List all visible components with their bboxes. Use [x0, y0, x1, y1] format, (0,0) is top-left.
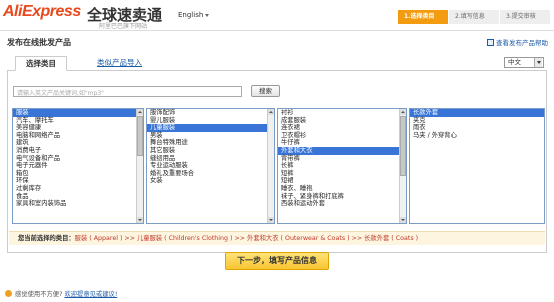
scroll-thumb[interactable]: [400, 116, 406, 176]
category-list-level3[interactable]: 衬衫 成套服装 连衣裙 卫衣帽衫 牛仔裤 外套和大衣 背带裤 长裤 短裤 短裙 睡衣、睡袍 袜子、紧身…: [277, 108, 407, 224]
chevron-down-icon: [205, 13, 210, 17]
list-item[interactable]: 西装和运动外套: [278, 200, 406, 208]
header: AliExpress 全球速卖通 阿里巴巴旗下网站 English 1.选择类目…: [0, 0, 554, 30]
scroll-up-icon[interactable]: [400, 109, 406, 115]
help-link[interactable]: 查看发布产品帮助: [487, 37, 548, 47]
list-item[interactable]: 其它服装: [147, 147, 274, 155]
list-item[interactable]: 专业运动服装: [147, 162, 274, 170]
feedback-link[interactable]: 欢迎提意见或建议!: [64, 291, 117, 298]
list-item[interactable]: 舞台特殊用途: [147, 139, 274, 147]
category-list-level4[interactable]: 长款外套 夹克 雨衣 马夹 / 外穿背心: [409, 108, 545, 224]
tab-import-similar[interactable]: 类似产品导入: [87, 56, 152, 71]
list-item[interactable]: 电子元器件: [13, 162, 143, 170]
feedback-text: 感觉使用不方便?: [15, 291, 63, 298]
aliexpress-logo[interactable]: AliExpress 全球速卖通 阿里巴巴旗下网站: [3, 3, 171, 30]
list-scrollbar[interactable]: [399, 109, 406, 223]
list-item[interactable]: 儿童服装: [147, 124, 274, 132]
help-link-label: 查看发布产品帮助: [496, 39, 548, 47]
list-item[interactable]: 长裤: [278, 162, 406, 170]
list-item[interactable]: 箱包: [13, 170, 143, 178]
step-fill-info: 2.填写信息: [449, 10, 499, 24]
scroll-down-icon[interactable]: [268, 217, 274, 223]
list-item[interactable]: 短裙: [278, 177, 406, 185]
list-item[interactable]: 长款外套: [410, 109, 544, 117]
search-button[interactable]: 搜索: [251, 85, 280, 97]
list-item[interactable]: 过剩库存: [13, 185, 143, 193]
logo-brand: AliExpress: [3, 3, 81, 20]
list-item[interactable]: 短裤: [278, 170, 406, 178]
help-book-icon: [487, 39, 494, 46]
next-step-button[interactable]: 下一步，填写产品信息: [225, 252, 329, 270]
list-scrollbar[interactable]: [136, 109, 143, 223]
step-submit-review: 3.提交审核: [500, 10, 550, 24]
tab-select-category[interactable]: 选择类目: [15, 56, 67, 71]
list-item[interactable]: 连衣裙: [278, 124, 406, 132]
selected-path-value: 服装 ( Apparel ) >> 儿童服装 ( Children's Clot…: [74, 235, 419, 242]
feedback-footer: 感觉使用不方便? 欢迎提意见或建议!: [5, 289, 117, 298]
list-item[interactable]: 服装: [13, 109, 143, 117]
category-list-level1[interactable]: 服装 汽车、摩托车 美容健康 电脑和网络产品 建筑 消费电子 电气设备和产品 电子元器件 箱包环…: [12, 108, 144, 224]
scroll-up-icon[interactable]: [137, 109, 143, 115]
progress-steps: 1.选择类目 2.填写信息 3.提交审核: [398, 10, 550, 24]
list-item[interactable]: 消费电子: [13, 147, 143, 155]
list-item[interactable]: 袜子、紧身裤和打底裤: [278, 193, 406, 201]
chevron-down-icon: [534, 58, 542, 67]
list-item[interactable]: 家具和室内装饰品: [13, 200, 143, 208]
list-item[interactable]: 外套和大衣: [278, 146, 406, 155]
tab-bar: 选择类目 类似产品导入: [7, 54, 547, 71]
category-list-level2[interactable]: 服饰配饰 婴儿服装 儿童服装 男装 舞台特殊用途 其它服装 缝纫用品 专业运动服装 婚礼及重要场…: [146, 108, 275, 224]
list-item[interactable]: 建筑: [13, 139, 143, 147]
content-language-select[interactable]: 中文: [504, 57, 544, 68]
list-item[interactable]: 衬衫: [278, 109, 406, 117]
scroll-thumb[interactable]: [137, 116, 143, 156]
keyword-search-input[interactable]: 请输入英文产品关键词,如"mp3": [13, 86, 242, 97]
selected-category-path: 您当前选择的类目：服装 ( Apparel ) >> 儿童服装 ( Childr…: [9, 231, 545, 245]
list-item[interactable]: 环保: [13, 177, 143, 185]
list-item[interactable]: 服饰配饰: [147, 109, 274, 117]
scroll-up-icon[interactable]: [268, 109, 274, 115]
list-item[interactable]: 电脑和网络产品: [13, 132, 143, 140]
feedback-icon: [5, 290, 12, 297]
list-item[interactable]: 婚礼及重要场合: [147, 170, 274, 178]
list-item[interactable]: 女装: [147, 177, 274, 185]
list-item[interactable]: 睡衣、睡袍: [278, 185, 406, 193]
language-switcher[interactable]: English: [178, 11, 210, 19]
list-item[interactable]: 背带裤: [278, 155, 406, 163]
header-divider: [0, 30, 554, 31]
logo-subtitle: 阿里巴巴旗下网站: [99, 23, 148, 30]
selected-path-label: 您当前选择的类目：: [18, 235, 75, 242]
list-item[interactable]: 雨衣: [410, 124, 544, 132]
list-item[interactable]: 夹克: [410, 117, 544, 125]
list-item[interactable]: 食品: [13, 193, 143, 201]
page-title: 发布在线批发产品: [7, 38, 71, 47]
list-scrollbar[interactable]: [267, 109, 274, 223]
list-item[interactable]: 牛仔裤: [278, 139, 406, 147]
list-item[interactable]: 马夹 / 外穿背心: [410, 132, 544, 140]
list-item[interactable]: 美容健康: [13, 124, 143, 132]
step-select-category: 1.选择类目: [398, 10, 448, 24]
language-label: English: [178, 11, 204, 19]
scroll-down-icon[interactable]: [137, 217, 143, 223]
content-language-value: 中文: [508, 58, 521, 66]
scroll-down-icon[interactable]: [400, 217, 406, 223]
